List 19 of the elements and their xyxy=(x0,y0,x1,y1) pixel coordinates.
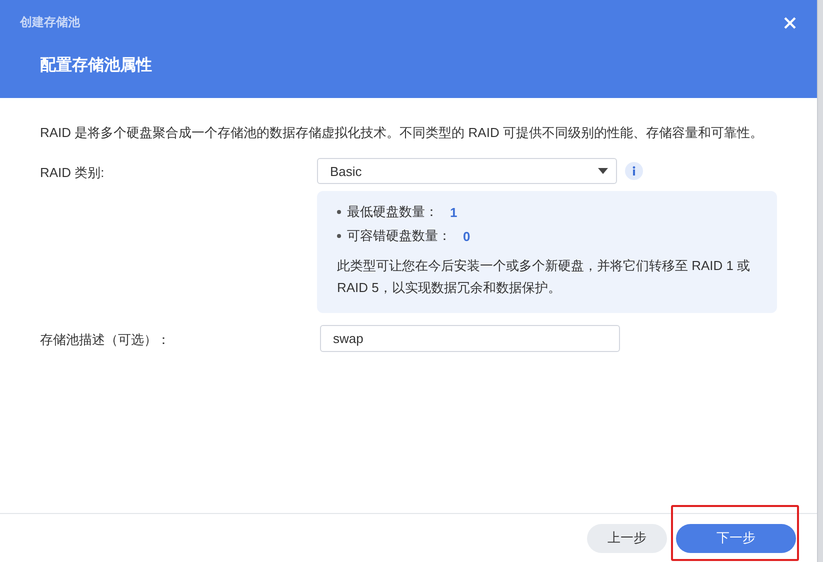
back-button[interactable]: 上一步 xyxy=(587,524,667,552)
info-value: 1 xyxy=(450,204,458,220)
caret-icon xyxy=(598,168,608,174)
close-icon[interactable] xyxy=(783,16,797,30)
field-label: 存储池描述（可选）： xyxy=(40,331,171,349)
info-label: 可容错硬盘数量： xyxy=(347,227,451,245)
info-icon[interactable] xyxy=(625,162,643,180)
field-label: RAID 类别: xyxy=(40,164,106,182)
dialog-heading: 配置存储池属性 xyxy=(40,56,153,76)
raid-type-dropdown[interactable]: Basic xyxy=(317,158,617,184)
info-note: 此类型可让您在今后安装一个或多个新硬盘，并将它们转移至 RAID 1 或 RAID 5，以实现数据冗余和数据保护。 xyxy=(337,257,752,297)
info-value: 0 xyxy=(463,228,470,244)
next-button[interactable]: 下一步 xyxy=(676,524,796,552)
info-label: 最低硬盘数量： xyxy=(347,203,438,221)
bullet-icon xyxy=(337,210,341,214)
description-text: RAID 是将多个硬盘聚合成一个存储池的数据存储虚拟化技术。不同类型的 RAID 可提供不同级别的性能、存储容量和可靠性。 xyxy=(40,124,764,142)
bullet-icon xyxy=(337,234,341,238)
window-title: 创建存储池 xyxy=(20,14,80,31)
description-field[interactable]: swap xyxy=(320,325,620,352)
